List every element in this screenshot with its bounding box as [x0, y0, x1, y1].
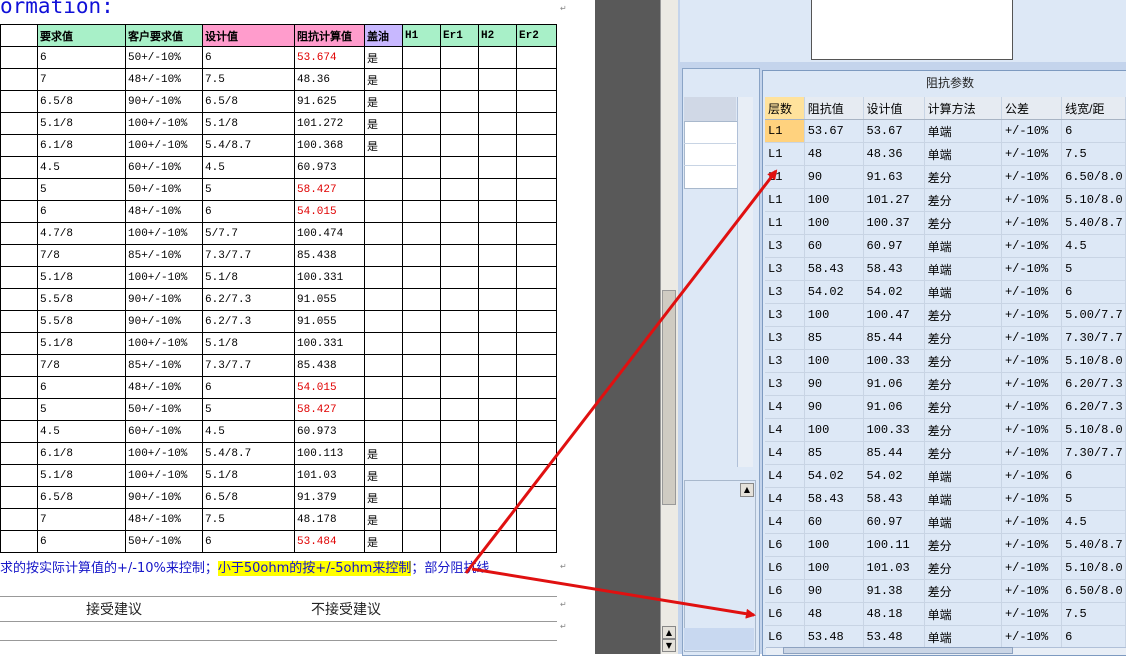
annotation-arrow: [464, 169, 778, 574]
annotation-arrows: [464, 169, 778, 619]
annotation-arrow: [471, 567, 756, 619]
